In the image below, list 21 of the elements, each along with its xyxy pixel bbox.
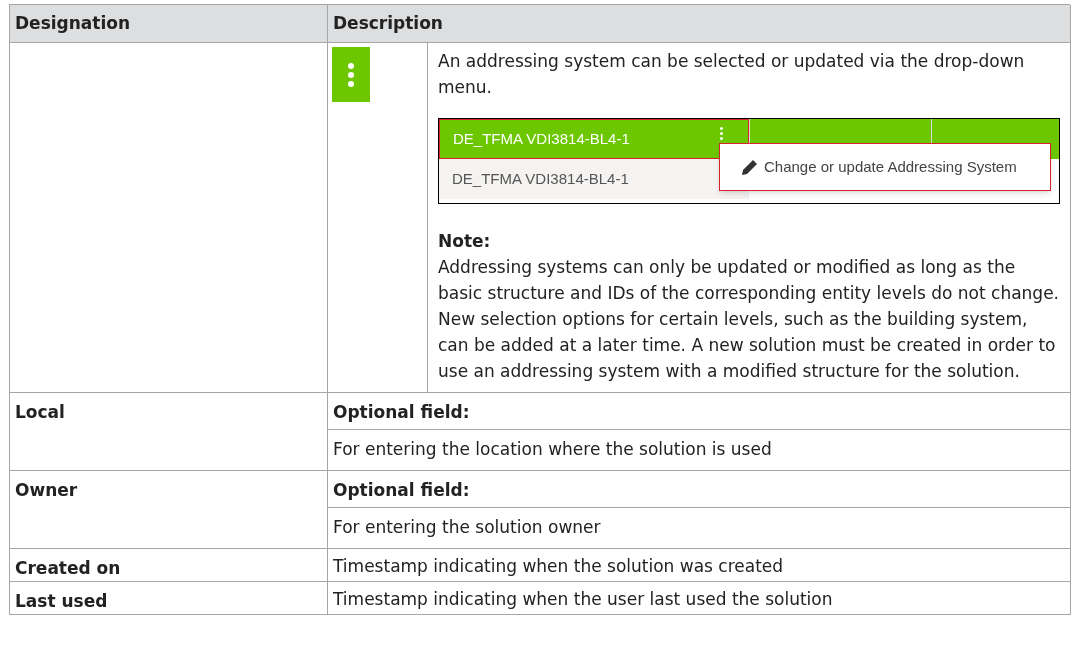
table-cell: Created on	[10, 549, 328, 582]
description-text: Timestamp indicating when the user last used the solution	[332, 588, 834, 611]
table-cell-text: DE_TFMA VDI3814-BL4-1	[452, 168, 629, 189]
description-text: For entering the solution owner	[332, 516, 602, 539]
description-text: Timestamp indicating when the solution was created	[332, 555, 785, 578]
table-cell: Local	[10, 393, 328, 471]
description-text: For entering the location where the solution is used	[332, 438, 773, 461]
column-header: Description	[328, 5, 1071, 43]
field-label: Optional field:	[328, 393, 1070, 430]
menu-item[interactable]: Change or update Addressing System	[764, 155, 1017, 179]
kebab-menu-icon[interactable]	[720, 127, 723, 140]
note-text: Addressing systems can only be updated or modified as long as the basic structure and IDs of the corresponding entity levels do not change. New selection options for certain levels, such as the building system, can be added at a later time. A new solution must be created in order to use an addressing system with a modified structure for the solution.	[438, 256, 1060, 383]
table-cell: Last used	[10, 582, 328, 615]
field-label: Optional field:	[328, 471, 1070, 508]
column-header: Designation	[10, 5, 328, 43]
note-heading: Note:	[438, 230, 492, 253]
table-cell-text: DE_TFMA VDI3814-BL4-1	[453, 128, 630, 149]
description-text: An addressing system can be selected or updated via the drop-down menu.	[438, 50, 1026, 99]
table-cell: Owner	[10, 471, 328, 549]
kebab-menu-icon	[332, 47, 370, 102]
pencil-icon	[740, 157, 760, 177]
